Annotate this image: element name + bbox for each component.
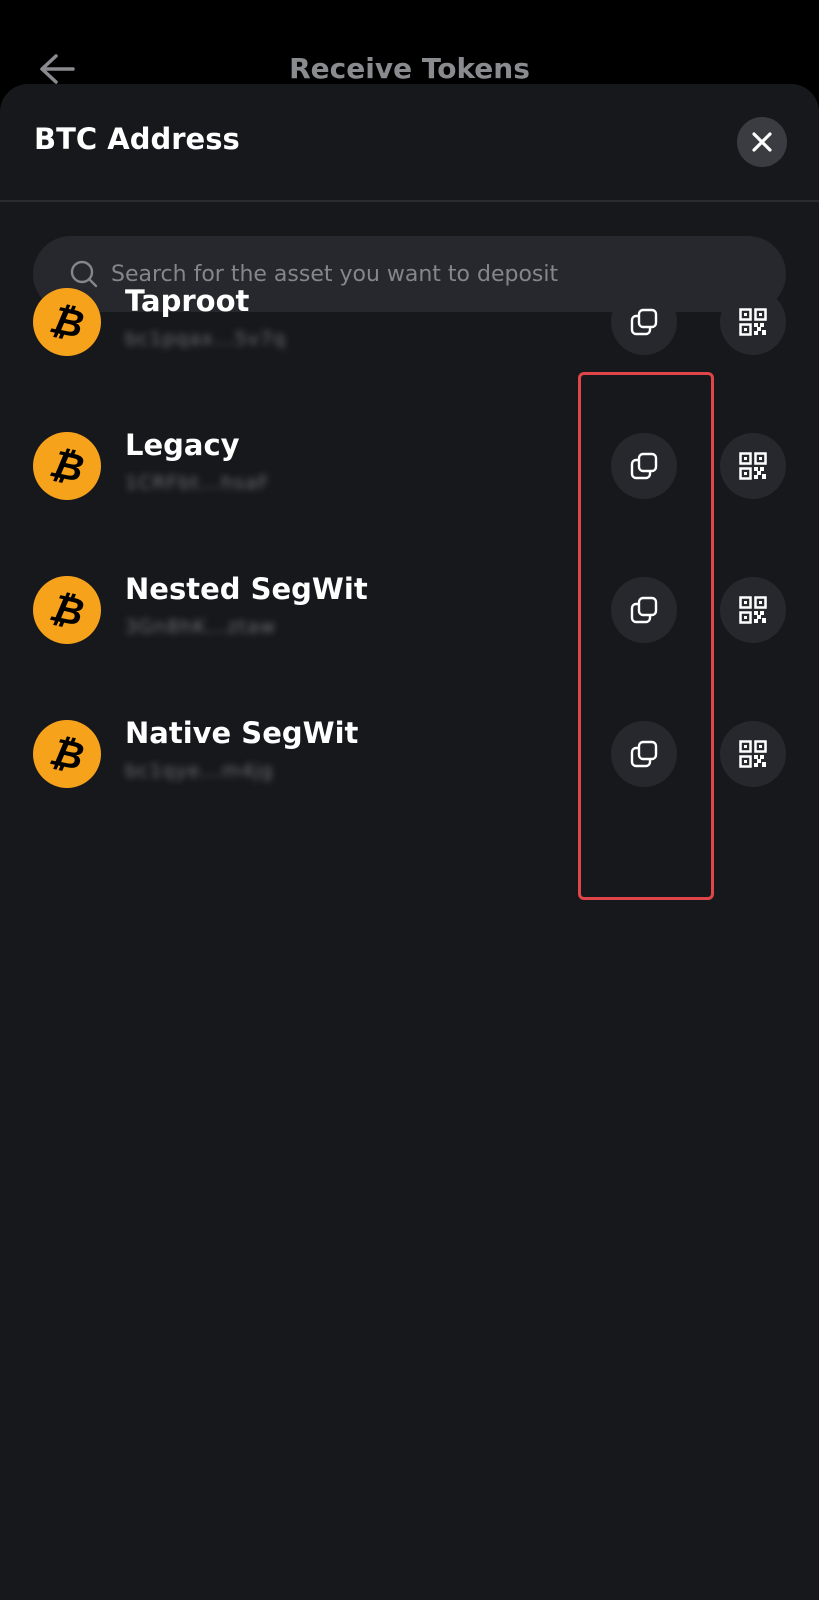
bitcoin-symbol: ₿ [46,584,88,635]
copy-address-button[interactable] [611,721,677,787]
show-qr-button[interactable] [720,721,786,787]
page-title: Receive Tokens [289,52,530,85]
copy-icon [630,596,658,624]
copy-address-button[interactable] [611,289,677,355]
copy-address-button[interactable] [611,577,677,643]
show-qr-button[interactable] [720,577,786,643]
show-qr-button[interactable] [720,433,786,499]
copy-address-button[interactable] [611,433,677,499]
address-type-label: Native SegWit [125,716,359,750]
copy-icon [630,308,658,336]
qr-code-icon [739,308,767,336]
bitcoin-icon: ₿ [33,720,101,788]
address-type-label: Legacy [125,428,240,462]
copy-icon [630,452,658,480]
address-row-native-segwit: ₿ Native SegWit bc1qye...m4jg [0,694,819,814]
bitcoin-icon: ₿ [33,288,101,356]
bitcoin-symbol: ₿ [46,296,88,347]
copy-icon [630,740,658,768]
address-value: bc1qye...m4jg [125,760,274,782]
close-button[interactable] [737,117,787,167]
qr-code-icon [739,452,767,480]
bitcoin-symbol: ₿ [46,440,88,491]
address-type-label: Taproot [125,284,250,318]
address-row-legacy: ₿ Legacy 1CRFbt...hsaF [0,406,819,526]
bitcoin-icon: ₿ [33,432,101,500]
qr-code-icon [739,596,767,624]
close-icon [752,132,772,152]
address-row-taproot: ₿ Taproot bc1pqax...5v7q [0,262,819,382]
address-value: 1CRFbt...hsaF [125,472,270,494]
address-type-label: Nested SegWit [125,572,368,606]
address-value: 3Gn8hK...ztaw [125,616,277,638]
address-row-nested-segwit: ₿ Nested SegWit 3Gn8hK...ztaw [0,550,819,670]
bitcoin-symbol: ₿ [46,728,88,779]
sheet-title: BTC Address [34,122,240,156]
show-qr-button[interactable] [720,289,786,355]
qr-code-icon [739,740,767,768]
address-value: bc1pqax...5v7q [125,328,287,350]
sheet-header: BTC Address [0,84,819,202]
bitcoin-icon: ₿ [33,576,101,644]
